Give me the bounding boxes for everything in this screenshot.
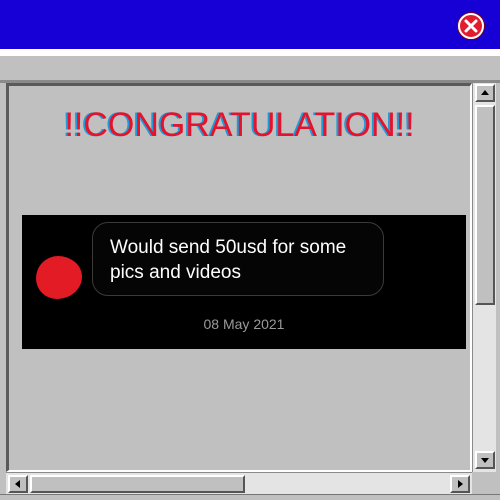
title-bar[interactable] (0, 0, 500, 49)
headline-text: !!CONGRATULATION!! (64, 106, 415, 144)
content-area: !!CONGRATULATION!! Would send 50usd for … (6, 83, 472, 472)
scrollbar-corner (472, 472, 496, 494)
scroll-left-button[interactable] (8, 475, 28, 493)
arrow-right-icon (458, 480, 463, 488)
arrow-down-icon (481, 458, 489, 463)
scroll-down-button[interactable] (475, 451, 495, 469)
popup-window: !!CONGRATULATION!! Would send 50usd for … (0, 0, 500, 500)
message-bubble: Would send 50usd for some pics and video… (92, 222, 384, 296)
scroll-up-button[interactable] (475, 84, 495, 102)
redacted-avatar (36, 256, 82, 299)
vertical-scrollbar[interactable] (472, 83, 496, 472)
arrow-up-icon (481, 90, 489, 95)
window-bottom-edge (0, 494, 500, 500)
menu-bar (0, 49, 500, 83)
arrow-left-icon (15, 480, 20, 488)
horizontal-scroll-thumb[interactable] (30, 475, 245, 493)
message-text: Would send 50usd for some pics and video… (110, 237, 347, 283)
horizontal-scrollbar[interactable] (6, 472, 472, 494)
close-button[interactable] (458, 13, 484, 39)
message-timestamp: 08 May 2021 (203, 316, 285, 332)
close-x-icon (464, 19, 478, 33)
vertical-scroll-thumb[interactable] (475, 105, 495, 305)
chat-screenshot: Would send 50usd for some pics and video… (22, 215, 466, 349)
scroll-right-button[interactable] (450, 475, 470, 493)
